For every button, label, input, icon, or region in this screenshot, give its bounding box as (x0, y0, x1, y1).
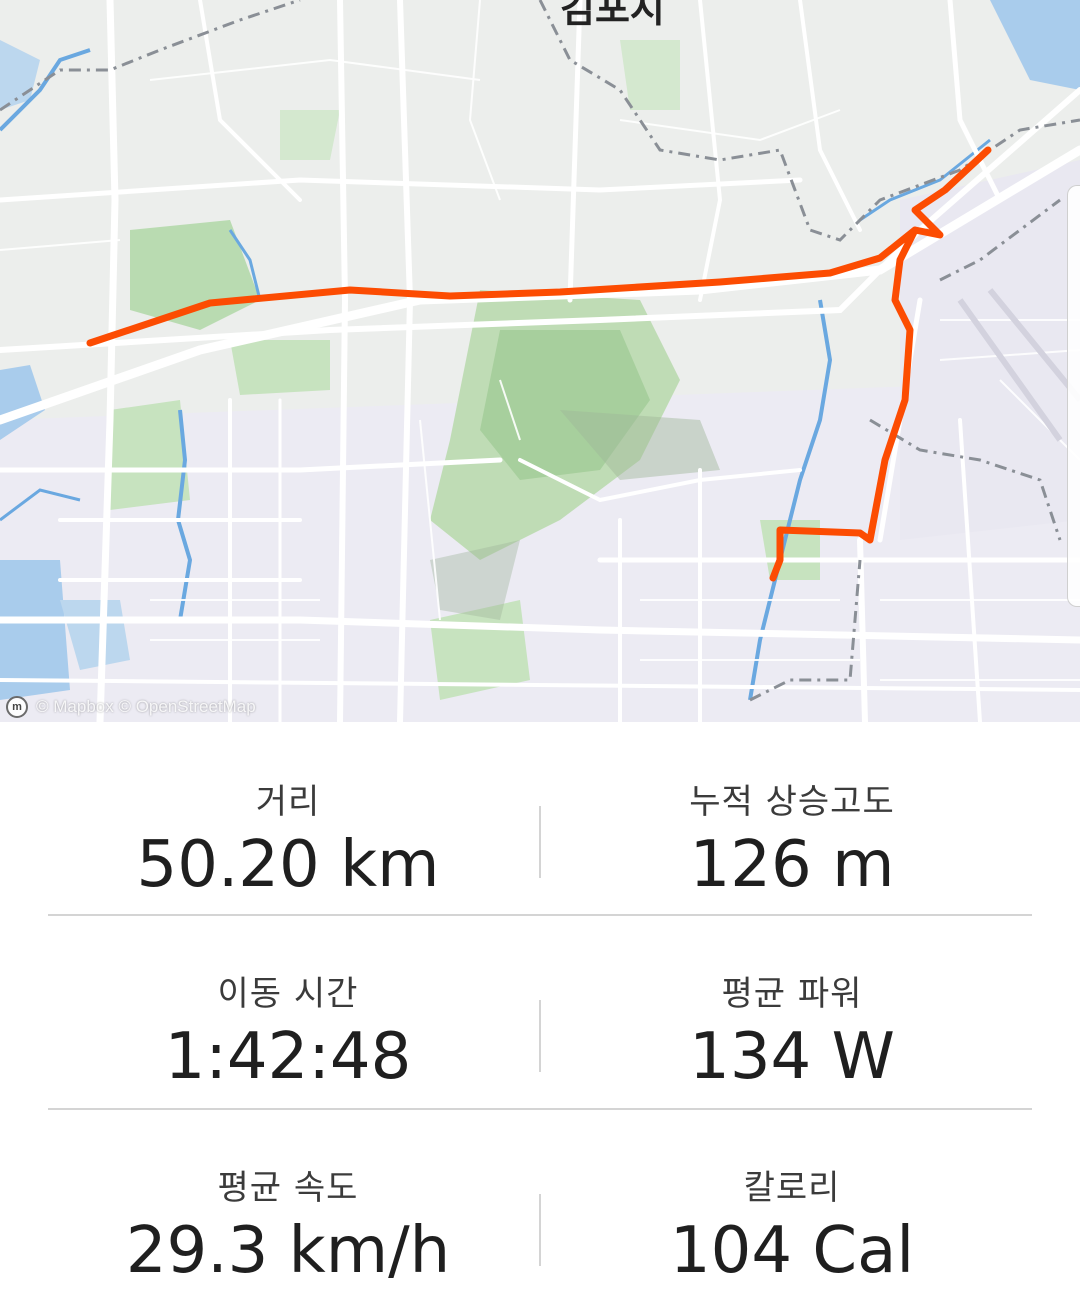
side-drawer-handle[interactable] (1067, 185, 1080, 607)
map-attribution-text[interactable]: © Mapbox © OpenStreetMap (36, 697, 256, 717)
stat-avg-speed-label: 평균 속도 (217, 1168, 359, 1208)
stat-avg-speed-value: 29.3 km/h (125, 1214, 451, 1288)
route-map[interactable]: 김포시 m © Mapbox © OpenStreetMap (0, 0, 1080, 722)
stats-divider (539, 806, 541, 878)
mapbox-logo-icon[interactable]: m (6, 696, 28, 718)
stat-distance-value: 50.20 km (136, 828, 440, 902)
stat-elevation-label: 누적 상승고도 (689, 782, 895, 822)
stat-calories: 칼로리 104 Cal (546, 1110, 1038, 1304)
stats-row-2: 이동 시간 1:42:48 평균 파워 134 W (48, 916, 1032, 1110)
stat-moving-time-value: 1:42:48 (164, 1020, 412, 1094)
stat-moving-time-label: 이동 시간 (217, 974, 359, 1014)
map-city-label: 김포시 (560, 0, 665, 31)
stat-avg-speed: 평균 속도 29.3 km/h (42, 1110, 534, 1304)
activity-stats: 거리 50.20 km 누적 상승고도 126 m 이동 시간 1:42:48 … (48, 722, 1032, 1304)
stats-divider (539, 1194, 541, 1266)
stat-moving-time: 이동 시간 1:42:48 (42, 916, 534, 1108)
stat-avg-power: 평균 파워 134 W (546, 916, 1038, 1108)
stat-elevation-value: 126 m (689, 828, 895, 902)
stat-elevation: 누적 상승고도 126 m (546, 722, 1038, 914)
stat-calories-label: 칼로리 (743, 1168, 841, 1208)
stat-calories-value: 104 Cal (669, 1214, 915, 1288)
stat-avg-power-label: 평균 파워 (721, 974, 863, 1014)
stats-row-1: 거리 50.20 km 누적 상승고도 126 m (48, 722, 1032, 916)
stats-divider (539, 1000, 541, 1072)
stat-distance-label: 거리 (255, 782, 321, 822)
stat-distance: 거리 50.20 km (42, 722, 534, 914)
map-canvas (0, 0, 1080, 722)
map-attribution[interactable]: m © Mapbox © OpenStreetMap (6, 696, 256, 718)
stats-row-3: 평균 속도 29.3 km/h 칼로리 104 Cal (48, 1110, 1032, 1304)
stat-avg-power-value: 134 W (689, 1020, 895, 1094)
